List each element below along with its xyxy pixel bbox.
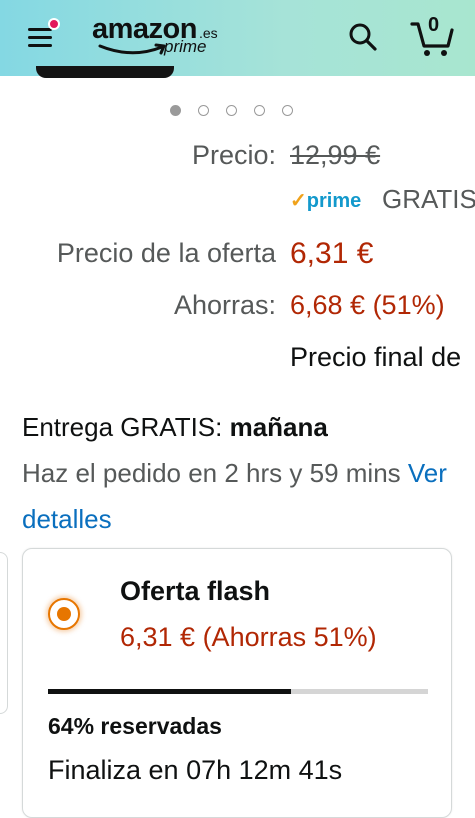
product-image[interactable]	[36, 66, 174, 78]
image-carousel-dots[interactable]	[170, 105, 293, 119]
notification-dot	[48, 18, 60, 30]
cart-icon[interactable]: 0	[410, 14, 454, 58]
amazon-prime-logo[interactable]: amazon .es prime	[92, 13, 232, 61]
hamburger-menu-icon[interactable]	[28, 18, 60, 48]
deal-countdown: Finaliza en 07h 12m 41s	[48, 755, 343, 785]
claimed-percent-text: 64% reservadas	[48, 713, 222, 739]
deal-price: 6,31 €	[290, 237, 374, 270]
top-header: amazon .es prime 0	[0, 0, 475, 76]
order-countdown: Haz el pedido en 2 hrs y 59 mins	[22, 458, 408, 488]
final-price-label: Precio final de	[290, 342, 462, 372]
list-price-label: Precio:	[191, 140, 276, 170]
carousel-dot-1[interactable]	[170, 105, 181, 116]
prime-badge: ✓prime	[290, 190, 362, 212]
search-icon[interactable]	[348, 22, 378, 52]
delivery-info: Entrega GRATIS: mañana Haz el pedido en …	[22, 404, 462, 542]
flash-deal-price: 6,31 € (Ahorras 51%)	[120, 622, 377, 652]
smile-arrow-icon	[98, 43, 166, 55]
shipping-free: GRATIS	[382, 184, 475, 214]
cart-count: 0	[428, 14, 440, 36]
delivery-day: mañana	[229, 412, 328, 442]
delivery-prefix: Entrega GRATIS:	[22, 412, 230, 442]
claimed-progress-fill	[48, 689, 292, 694]
claimed-progress-bar	[48, 689, 428, 694]
check-icon: ✓	[290, 190, 307, 212]
flash-deal-title: Oferta flash	[120, 576, 271, 606]
carousel-dot-3[interactable]	[226, 105, 237, 116]
flash-deal-radio[interactable]	[48, 598, 80, 630]
deal-price-label: Precio de la oferta	[56, 238, 276, 268]
list-price: 12,99 €	[290, 140, 381, 170]
side-offer-card[interactable]	[0, 552, 8, 714]
savings-label: Ahorras:	[173, 290, 276, 320]
carousel-dot-2[interactable]	[198, 105, 209, 116]
carousel-dot-5[interactable]	[282, 105, 293, 116]
savings-value: 6,68 € (51%)	[290, 290, 445, 320]
carousel-dot-4[interactable]	[254, 105, 265, 116]
